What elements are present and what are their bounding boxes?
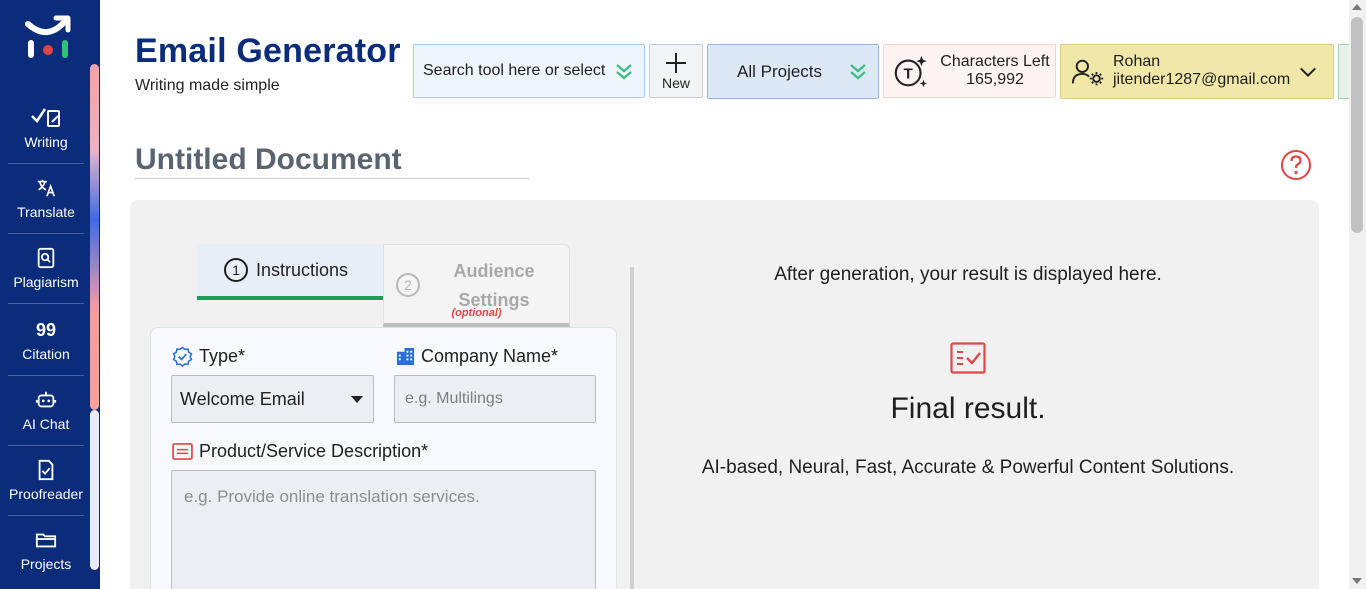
sidebar-item-label: Plagiarism (13, 274, 79, 290)
scroll-up-arrow-icon[interactable] (1352, 4, 1362, 10)
document-title[interactable]: Untitled Document (135, 143, 529, 179)
product-label-text: Product/Service Description* (199, 441, 429, 461)
projects-select[interactable]: All Projects (707, 44, 879, 99)
new-button-label: New (661, 75, 690, 91)
folder-icon (35, 528, 57, 552)
sidebar-item-label: Projects (20, 556, 72, 572)
help-icon[interactable] (1280, 149, 1312, 181)
proofreader-icon (35, 458, 57, 482)
result-description: AI-based, Neural, Fast, Accurate & Power… (701, 457, 1235, 478)
description-icon (172, 443, 193, 460)
step-number-badge: 2 (396, 273, 420, 297)
sidebar-item-label: Proofreader (9, 486, 83, 502)
email-type-select[interactable]: Welcome Email (171, 375, 374, 423)
new-document-button[interactable]: New (649, 44, 703, 98)
app-root: Writing Translate Plagiarism 99 Citation… (0, 0, 1366, 589)
app-logo[interactable] (22, 14, 74, 62)
robot-icon (35, 388, 57, 412)
company-label-text: Company Name* (421, 346, 559, 366)
tab-instructions[interactable]: 1 Instructions (197, 244, 383, 300)
writing-icon (31, 106, 61, 130)
sidebar: Writing Translate Plagiarism 99 Citation… (0, 0, 100, 589)
characters-left-label: Characters Left (940, 53, 1050, 70)
sidebar-item-translate[interactable]: Translate (8, 164, 84, 234)
page-subtitle: Writing made simple (135, 77, 280, 94)
step-number-badge: 1 (224, 258, 248, 282)
sidebar-item-ai-chat[interactable]: AI Chat (8, 376, 84, 446)
type-field-label: Type* (172, 346, 245, 367)
caret-down-icon (351, 396, 363, 403)
characters-left-value: 165,992 (966, 71, 1024, 88)
sidebar-item-label: Citation (22, 346, 70, 362)
verified-badge-icon (172, 346, 193, 367)
user-account-menu[interactable]: Rohan jitender1287@gmail.com (1060, 44, 1334, 99)
projects-select-label: All Projects (737, 61, 823, 81)
sidebar-item-plagiarism[interactable]: Plagiarism (8, 234, 84, 304)
chevron-down-icon (1300, 67, 1316, 78)
plus-icon (666, 53, 686, 73)
scroll-down-arrow-icon[interactable] (1352, 578, 1362, 584)
building-icon (396, 347, 415, 366)
tool-search-label: Search tool here or select (423, 62, 606, 79)
sidebar-item-label: Translate (17, 204, 75, 220)
type-label-text: Type* (199, 346, 246, 366)
character-count-icon: T (894, 55, 928, 88)
user-settings-icon (1071, 59, 1104, 86)
sidebar-item-label: AI Chat (22, 416, 70, 432)
user-name: Rohan (1113, 53, 1161, 70)
result-checklist-icon (950, 342, 986, 374)
tool-search-select[interactable]: Search tool here or select (413, 44, 645, 98)
double-chevron-down-icon (850, 64, 866, 80)
user-email: jitender1287@gmail.com (1113, 71, 1291, 88)
sidebar-item-projects[interactable]: Projects (8, 516, 84, 586)
page-scrollbar-thumb[interactable] (1351, 17, 1363, 233)
tab-audience-settings[interactable]: 2 Audience Settings (optional) (383, 244, 570, 327)
sidebar-item-label: Writing (24, 134, 68, 150)
company-name-input[interactable]: e.g. Multilings (394, 375, 596, 423)
result-title: Final result. (890, 392, 1046, 425)
page-title: Email Generator (135, 32, 401, 70)
sidebar-scroll-thumb[interactable] (90, 64, 99, 410)
sidebar-item-citation[interactable]: 99 Citation (8, 306, 84, 376)
product-field-label: Product/Service Description* (172, 441, 428, 462)
product-description-textarea[interactable]: e.g. Provide online translation services… (171, 470, 596, 589)
sidebar-scroll-track[interactable] (90, 410, 99, 570)
sidebar-item-proofreader[interactable]: Proofreader (8, 446, 84, 516)
panel-divider (630, 267, 634, 589)
translate-icon (35, 176, 57, 200)
characters-left-badge: T Characters Left 165,992 (883, 44, 1056, 98)
citation-icon: 99 (35, 319, 57, 340)
optional-badge: (optional) (451, 307, 502, 319)
email-type-value: Welcome Email (180, 388, 305, 409)
sidebar-item-writing[interactable]: Writing (8, 94, 84, 164)
double-chevron-down-icon (616, 64, 632, 80)
plagiarism-icon (35, 246, 57, 270)
tab-instructions-label: Instructions (256, 259, 349, 280)
result-hint: After generation, your result is display… (774, 264, 1162, 285)
character-count-icon-letter: T (904, 66, 914, 83)
company-field-label: Company Name* (396, 346, 558, 367)
